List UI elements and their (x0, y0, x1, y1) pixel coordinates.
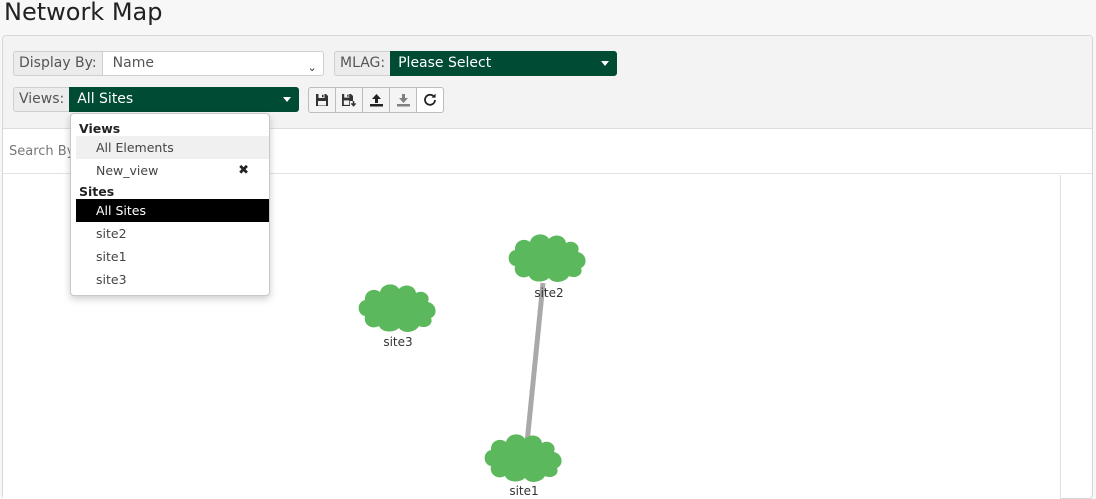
cloud-icon (508, 234, 586, 282)
views-value: All Sites (77, 91, 134, 107)
mlag-label: MLAG: (334, 51, 391, 76)
dropdown-item-site1[interactable]: site1 (76, 245, 269, 268)
dropdown-group-header: Sites (79, 184, 115, 199)
mlag-group: MLAG: Please Select (334, 51, 618, 76)
download-button[interactable] (389, 87, 417, 113)
refresh-button[interactable] (416, 87, 444, 113)
dropdown-item-label: New_view (96, 163, 159, 178)
mlag-select[interactable]: Please Select (390, 51, 618, 76)
dropdown-item-label: site1 (96, 249, 127, 264)
display-by-group: Display By: Name ⌄ (13, 51, 324, 76)
dropdown-item-label: All Elements (96, 140, 174, 155)
cloud-node-site2[interactable]: site2 (508, 234, 586, 300)
display-by-label: Display By: (13, 51, 102, 76)
save-as-icon (342, 93, 357, 107)
node-label-site2: site2 (534, 286, 563, 300)
node-label-site3: site3 (383, 335, 412, 349)
dropdown-item-label: site3 (96, 272, 127, 287)
cloud-node-site3[interactable]: site3 (358, 284, 436, 349)
chevron-down-icon: ⌄ (307, 61, 317, 74)
views-dropdown-menu: Views All Elements New_view ✖ Sites All … (70, 113, 270, 296)
cloud-icon (484, 434, 562, 482)
display-by-select[interactable]: Name ⌄ (101, 51, 324, 76)
dropdown-item-label: site2 (96, 226, 127, 241)
mlag-value: Please Select (398, 55, 492, 71)
caret-down-icon (601, 61, 610, 66)
link-site2-site1 (524, 282, 546, 444)
page-title: Network Map (4, 0, 163, 26)
upload-icon (369, 94, 383, 107)
caret-down-icon (283, 97, 292, 102)
dropdown-item-all-sites[interactable]: All Sites (76, 199, 269, 222)
dropdown-item-site2[interactable]: site2 (76, 222, 269, 245)
cloud-icon (358, 284, 436, 332)
view-actions (308, 87, 444, 113)
cloud-node-site1[interactable]: site1 (484, 434, 562, 498)
display-by-value: Name (112, 55, 154, 71)
dropdown-group-header: Views (79, 121, 121, 136)
views-select[interactable]: All Sites (69, 87, 300, 112)
upload-button[interactable] (362, 87, 390, 113)
dropdown-item-new-view[interactable]: New_view ✖ (76, 159, 269, 182)
refresh-icon (424, 93, 436, 106)
dropdown-item-label: All Sites (96, 203, 146, 218)
search-by-label: Search By (9, 144, 75, 159)
dropdown-item-all-elements[interactable]: All Elements (76, 136, 269, 159)
dropdown-item-site3[interactable]: site3 (76, 268, 269, 291)
save-view-button[interactable] (308, 87, 336, 113)
save-icon (316, 94, 328, 106)
views-label: Views: (13, 87, 70, 112)
download-icon (396, 94, 410, 107)
node-label-site1: site1 (509, 484, 538, 498)
save-as-view-button[interactable] (335, 87, 363, 113)
remove-view-icon[interactable]: ✖ (238, 159, 249, 182)
views-group: Views: All Sites (13, 87, 300, 112)
